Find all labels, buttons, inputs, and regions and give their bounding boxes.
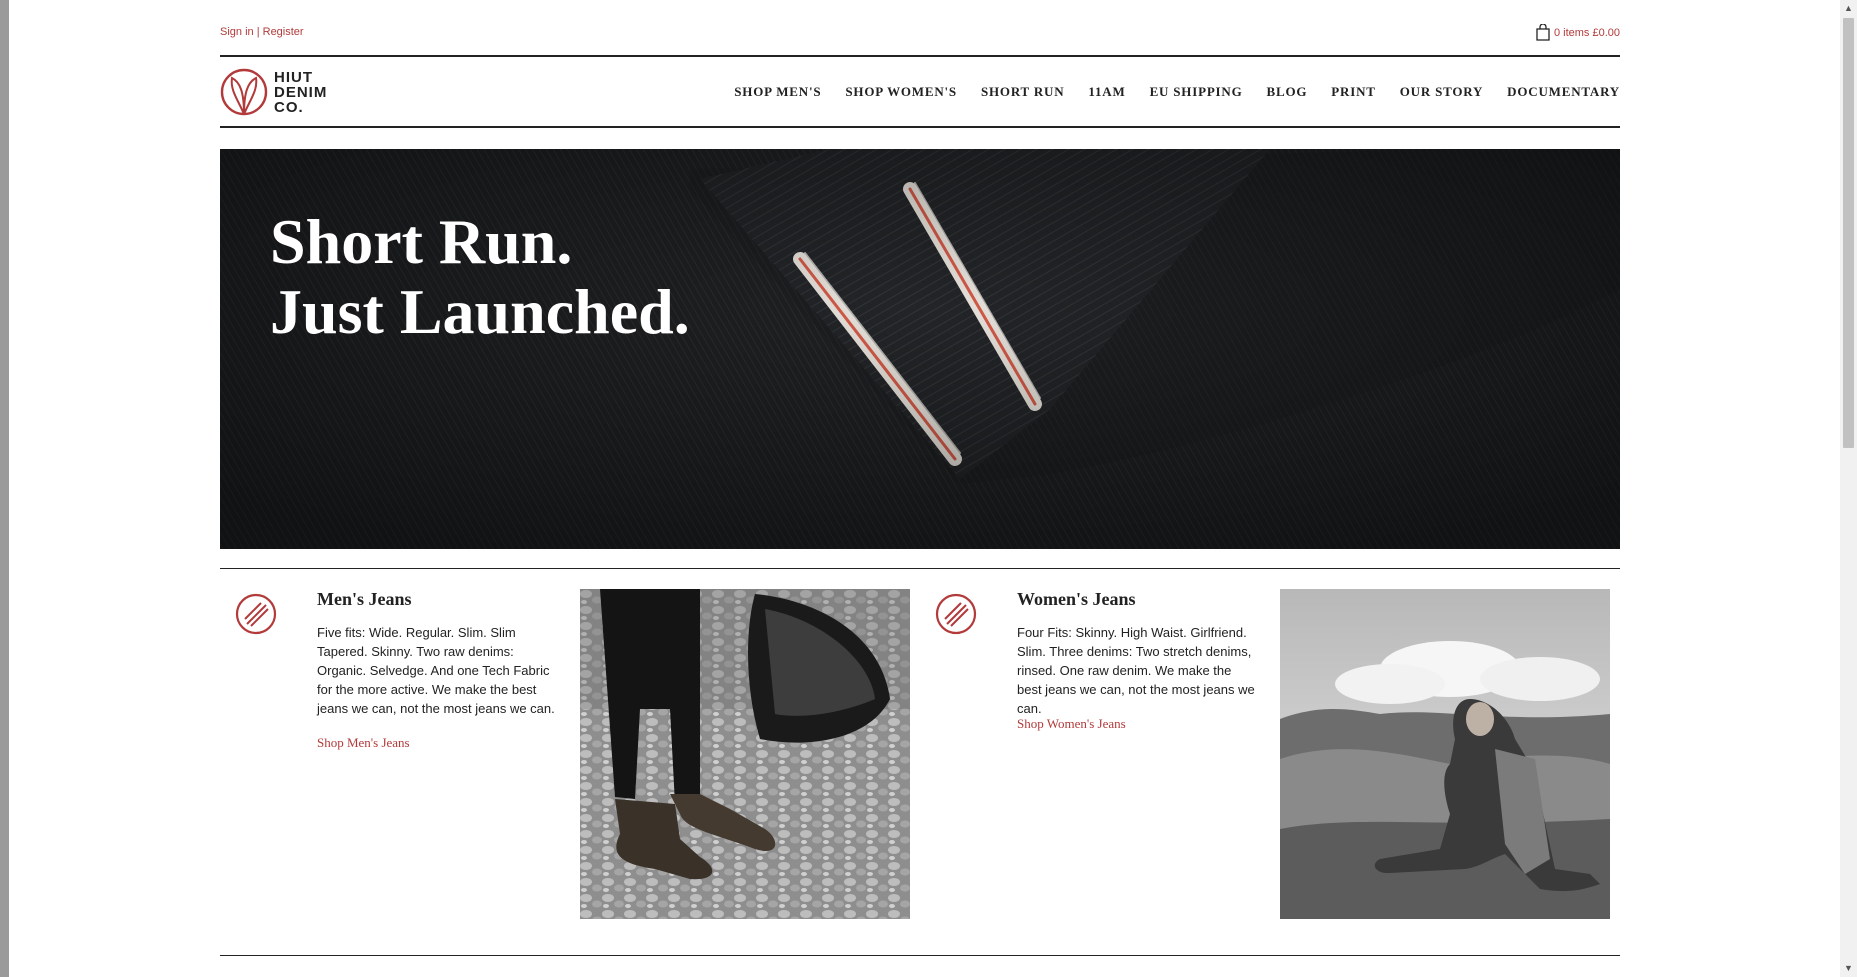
register-link[interactable]: Register — [263, 26, 304, 38]
mens-jeans-description: Five fits: Wide. Regular. Slim. Slim Tap… — [317, 625, 555, 716]
auth-separator: | — [256, 26, 260, 38]
scroll-down-arrow-icon[interactable]: ▼ — [1840, 960, 1857, 977]
main-nav: SHOP MEN'S SHOP WOMEN'S SHORT RUN 11AM E… — [734, 84, 1620, 100]
cart-summary[interactable]: 0 items £0.00 — [1536, 24, 1620, 41]
mens-jeans-image — [580, 589, 910, 919]
hero-title: Short Run. Just Launched. — [270, 207, 690, 347]
cart-text: 0 items £0.00 — [1553, 26, 1620, 39]
womens-jeans-description: Four Fits: Skinny. High Waist. Girlfrien… — [1017, 625, 1255, 716]
mens-jeans-photo[interactable] — [580, 589, 910, 919]
section-bottom-rule — [220, 955, 1620, 956]
sign-in-link[interactable]: Sign in — [220, 26, 254, 38]
account-links: Sign in | Register — [220, 26, 304, 38]
nav-blog[interactable]: BLOG — [1267, 84, 1308, 100]
header-top-rule — [220, 55, 1620, 57]
nav-shop-womens[interactable]: SHOP WOMEN'S — [845, 84, 957, 100]
hiut-leaf-logo-icon — [220, 68, 268, 116]
section-rule — [220, 568, 1620, 569]
striped-circle-icon — [235, 593, 277, 635]
womens-jeans-photo[interactable] — [1280, 589, 1610, 919]
hero-line-1: Short Run. — [270, 206, 573, 277]
logo-line-3: CO. — [274, 98, 304, 116]
nav-eu-shipping[interactable]: EU SHIPPING — [1150, 84, 1243, 100]
logo-line-1: HIUT — [274, 68, 313, 86]
shop-mens-jeans-link[interactable]: Shop Men's Jeans — [317, 735, 410, 751]
hero-line-2: Just Launched. — [270, 276, 690, 347]
nav-short-run[interactable]: SHORT RUN — [981, 84, 1064, 100]
window-edge — [0, 0, 9, 977]
logo-line-2: DENIM — [274, 83, 328, 101]
utility-bar: Sign in | Register 0 items £0.00 — [220, 24, 1620, 42]
nav-our-story[interactable]: OUR STORY — [1400, 84, 1483, 100]
womens-jeans-title: Women's Jeans — [1017, 589, 1136, 609]
womens-jeans-image — [1280, 589, 1610, 919]
hero-banner[interactable]: Short Run. Just Launched. — [220, 149, 1620, 549]
shop-womens-jeans-link[interactable]: Shop Women's Jeans — [1017, 716, 1126, 732]
nav-print[interactable]: PRINT — [1331, 84, 1375, 100]
site-logo[interactable]: HIUT DENIM CO. — [220, 66, 327, 118]
window-gap — [9, 0, 16, 977]
nav-11am[interactable]: 11AM — [1088, 84, 1125, 100]
vertical-scrollbar[interactable]: ▲ ▼ — [1840, 0, 1857, 977]
scroll-up-arrow-icon[interactable]: ▲ — [1840, 0, 1857, 17]
scrollbar-thumb[interactable] — [1843, 18, 1854, 448]
mens-jeans-title: Men's Jeans — [317, 589, 412, 609]
nav-shop-mens[interactable]: SHOP MEN'S — [734, 84, 821, 100]
nav-documentary[interactable]: DOCUMENTARY — [1507, 84, 1620, 100]
shopping-bag-icon — [1536, 24, 1550, 41]
striped-circle-icon — [935, 593, 977, 635]
logo-wordmark: HIUT DENIM CO. — [274, 70, 327, 115]
header-bottom-rule — [220, 126, 1620, 128]
